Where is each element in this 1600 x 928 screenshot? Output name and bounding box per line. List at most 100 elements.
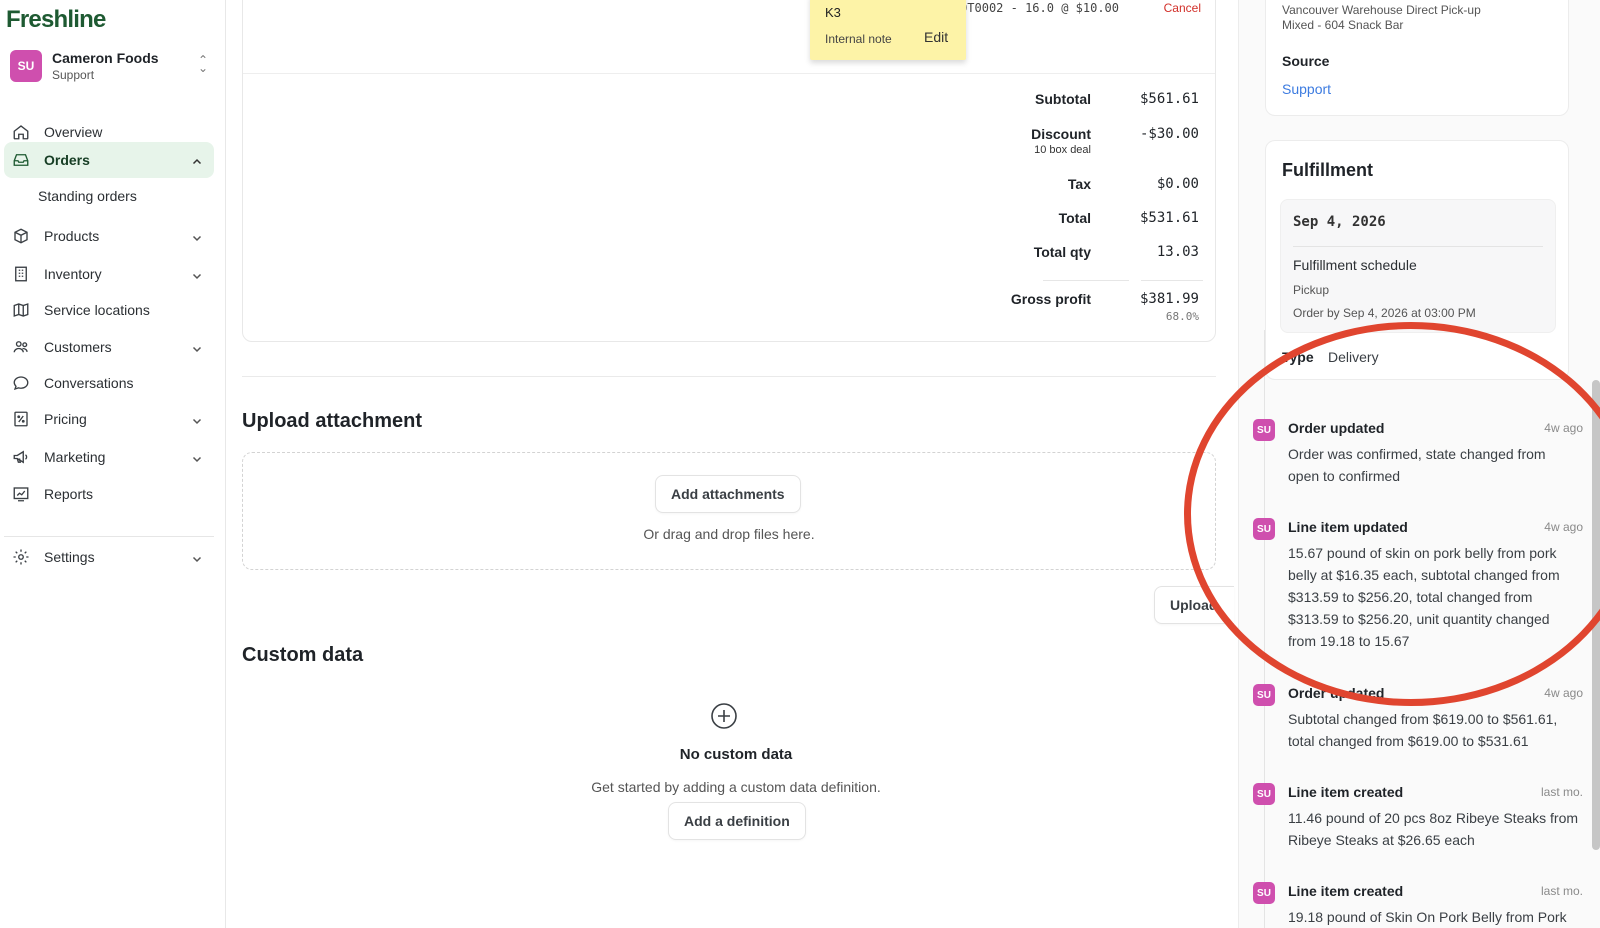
activity-title: Order updated — [1288, 420, 1385, 436]
order-details-panel: Vancouver Warehouse Direct Pick-up Mixed… — [1238, 0, 1600, 928]
activity-avatar: SU — [1253, 518, 1275, 540]
discount-note: 10 box deal — [1034, 144, 1091, 156]
chevron-down-icon — [192, 341, 202, 357]
add-definition-button[interactable]: Add a definition — [668, 802, 806, 840]
activity-time: 4w ago — [1544, 686, 1583, 700]
attachment-dropzone[interactable]: Add attachments Or drag and drop files h… — [242, 452, 1216, 570]
total-qty-label: Total qty — [1033, 244, 1091, 260]
nav-label: Customers — [44, 339, 112, 355]
fulfillment-title: Fulfillment — [1282, 160, 1373, 180]
nav-item-products[interactable]: Products — [4, 218, 214, 254]
section-divider — [242, 376, 1216, 377]
subtotal-label: Subtotal — [1035, 91, 1091, 107]
upload-attachment-title: Upload attachment — [242, 410, 423, 432]
nav-label: Inventory — [44, 266, 102, 282]
chart-icon — [12, 485, 30, 503]
activity-title: Line item updated — [1288, 519, 1408, 535]
dropzone-hint: Or drag and drop files here. — [643, 526, 815, 542]
nav-label: Reports — [44, 486, 94, 502]
empty-state-description: Get started by adding a custom data defi… — [591, 779, 881, 795]
custom-data-title: Custom data — [242, 644, 364, 666]
nav-item-settings[interactable]: Settings — [4, 539, 214, 575]
nav-item-service-locations[interactable]: Service locations — [4, 292, 214, 328]
megaphone-icon — [12, 448, 30, 466]
fulfillment-method: Pickup — [1293, 283, 1330, 297]
account-avatar: SU — [10, 50, 42, 82]
nav-item-customers[interactable]: Customers — [4, 329, 214, 365]
activity-avatar: SU — [1253, 684, 1275, 706]
activity-time: last mo. — [1540, 884, 1583, 898]
source-link[interactable]: Support — [1282, 81, 1331, 97]
sidebar: Freshline SU Cameron Foods Support ⌃ ⌄ Ov… — [0, 0, 226, 928]
discount-value: -$30.00 — [1139, 126, 1199, 142]
location-card: Vancouver Warehouse Direct Pick-up Mixed… — [1265, 0, 1569, 116]
nav-subitem-standing-orders[interactable]: Standing orders — [38, 188, 137, 204]
activity-avatar: SU — [1253, 419, 1275, 441]
type-label: Type — [1282, 349, 1314, 365]
map-icon — [12, 301, 30, 319]
gear-icon — [12, 548, 30, 566]
nav-item-marketing[interactable]: Marketing — [4, 439, 214, 475]
nav-label: Overview — [44, 124, 103, 140]
inbox-icon — [12, 151, 30, 169]
nav-item-orders[interactable]: Orders — [4, 142, 214, 178]
discount-label: Discount — [1031, 126, 1091, 142]
percent-icon — [12, 410, 30, 428]
scrollbar-thumb[interactable] — [1592, 380, 1600, 850]
source-label: Source — [1282, 53, 1330, 69]
app-logo[interactable]: Freshline — [6, 6, 106, 34]
tax-label: Tax — [1067, 176, 1091, 192]
home-icon — [12, 123, 30, 141]
order-main: Pork Belly - Lot LOT0002 - 16.0 @ $10.00… — [226, 0, 1238, 928]
fulfillment-schedule-box[interactable]: Sep 4, 2026 Fulfillment schedule Pickup … — [1280, 199, 1556, 333]
building-icon — [12, 265, 30, 283]
nav-item-conversations[interactable]: Conversations — [4, 365, 214, 401]
nav-item-pricing[interactable]: Pricing — [4, 401, 214, 437]
activity-body: 19.18 pound of Skin On Pork Belly from P… — [1288, 909, 1567, 925]
nav-label: Settings — [44, 549, 95, 565]
divider — [1293, 246, 1543, 247]
activity-body: 15.67 pound of skin on pork belly from p… — [1288, 545, 1560, 649]
users-icon — [12, 338, 30, 356]
activity-title: Line item created — [1288, 784, 1404, 800]
activity-title: Order updated — [1288, 685, 1385, 701]
fulfillment-card: Fulfillment Sep 4, 2026 Fulfillment sche… — [1265, 140, 1569, 380]
location-line-2: Mixed - 604 Snack Bar — [1282, 18, 1404, 32]
account-switcher[interactable]: SU Cameron Foods Support ⌃ ⌄ — [10, 48, 216, 84]
total-label: Total — [1058, 210, 1091, 226]
activity-time: 4w ago — [1544, 421, 1583, 435]
fulfillment-order-by: Order by Sep 4, 2026 at 03:00 PM — [1293, 306, 1476, 320]
fulfillment-date: Sep 4, 2026 — [1293, 214, 1386, 230]
fulfillment-schedule-label: Fulfillment schedule — [1293, 257, 1417, 273]
gross-profit-value: $381.99 — [1139, 291, 1199, 307]
edit-note-button[interactable]: Edit — [924, 29, 948, 45]
cancel-line-item-link[interactable]: Cancel — [1164, 1, 1201, 15]
tax-value: $0.00 — [1156, 176, 1199, 192]
upload-button[interactable]: Upload — [1154, 586, 1234, 624]
account-role: Support — [52, 68, 95, 82]
nav-label: Conversations — [44, 375, 134, 391]
activity-time: 4w ago — [1544, 520, 1583, 534]
box-icon — [12, 227, 30, 245]
plus-circle-icon — [710, 702, 738, 735]
activity-time: last mo. — [1540, 785, 1583, 799]
gross-profit-percent: 68.0% — [1165, 310, 1199, 323]
location-line-1: Vancouver Warehouse Direct Pick-up — [1282, 3, 1481, 17]
chevron-down-icon — [192, 451, 202, 467]
chevron-up-down-icon: ⌃ ⌄ — [197, 53, 208, 75]
add-attachments-button[interactable]: Add attachments — [655, 475, 801, 513]
divider — [1141, 280, 1203, 281]
activity-body: Order was confirmed, state changed from … — [1288, 446, 1546, 484]
divider — [1043, 280, 1129, 281]
gross-profit-label: Gross profit — [1010, 291, 1091, 307]
subtotal-value: $561.61 — [1139, 91, 1199, 107]
nav-item-reports[interactable]: Reports — [4, 476, 214, 512]
nav-label: Marketing — [44, 449, 106, 465]
order-summary-card: Pork Belly - Lot LOT0002 - 16.0 @ $10.00… — [242, 0, 1216, 342]
nav-item-inventory[interactable]: Inventory — [4, 256, 214, 292]
chevron-down-icon — [192, 268, 202, 284]
nav-label: Pricing — [44, 411, 87, 427]
note-code: K3 — [825, 5, 841, 20]
empty-state-title: No custom data — [679, 746, 793, 763]
internal-note-sticky: K3 Internal note Edit — [810, 0, 966, 60]
